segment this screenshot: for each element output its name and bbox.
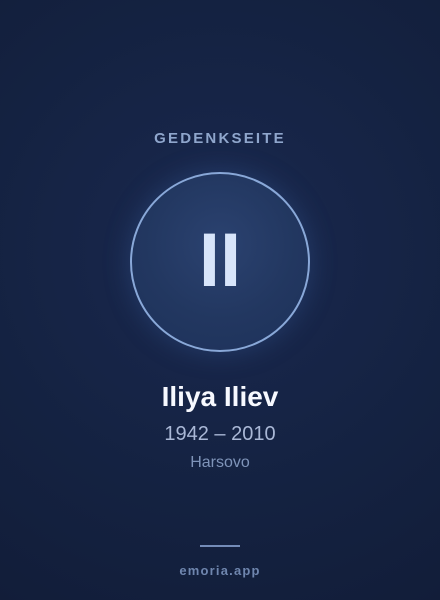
life-dates: 1942 – 2010 <box>164 423 276 445</box>
site-brand: emoria.app <box>179 563 261 578</box>
page-label: GEDENKSEITE <box>154 130 286 147</box>
person-name: Iliya Iliev <box>161 381 279 412</box>
avatar-initials: II <box>198 217 242 303</box>
place-name: Harsovo <box>190 454 250 471</box>
footer-divider <box>200 545 240 547</box>
avatar: II <box>130 172 310 352</box>
memorial-screen: GEDENKSEITE II Iliya Iliev 1942 – 2010 H… <box>0 0 440 600</box>
